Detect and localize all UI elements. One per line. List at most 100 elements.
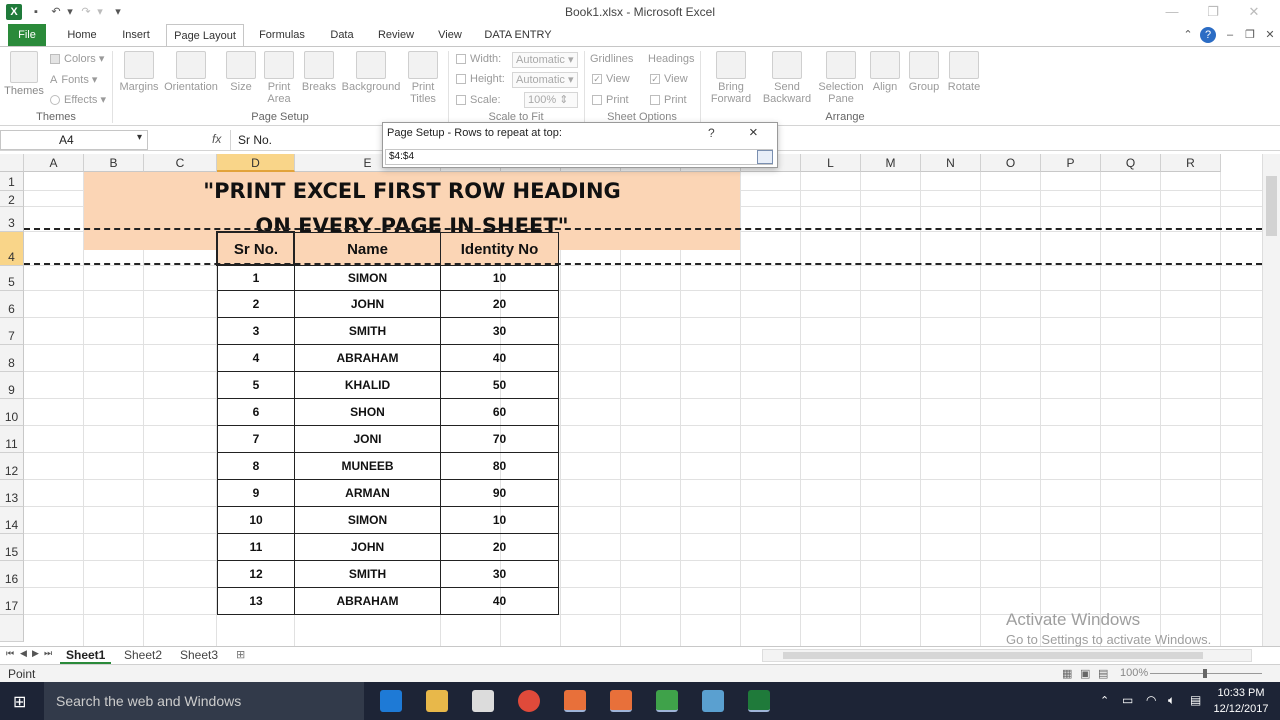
print-area-button[interactable]: Print Area — [262, 51, 296, 105]
table-cell[interactable]: 1 — [217, 266, 295, 291]
dialog-help-icon[interactable]: ? — [708, 126, 715, 140]
table-cell[interactable]: JOHN — [295, 291, 441, 318]
row-header[interactable]: 13 — [0, 480, 24, 507]
page-layout-view-icon[interactable]: ▣ — [1080, 667, 1090, 680]
scrollbar-thumb[interactable] — [1266, 176, 1277, 236]
column-header[interactable]: N — [921, 154, 981, 172]
background-button[interactable]: Background — [340, 51, 402, 93]
name-box[interactable]: A4 — [0, 130, 148, 150]
doc-minimize-icon[interactable]: – — [1222, 27, 1238, 43]
next-sheet-nav-icon[interactable]: ▶ — [32, 648, 39, 659]
notepad-icon[interactable] — [702, 690, 724, 712]
row-header[interactable]: 12 — [0, 453, 24, 480]
row-header[interactable]: 16 — [0, 561, 24, 588]
column-header[interactable]: L — [801, 154, 861, 172]
tab-review[interactable]: Review — [372, 24, 420, 46]
group-button[interactable]: Group — [904, 51, 944, 93]
screen-recorder-icon[interactable] — [564, 690, 586, 712]
print-titles-button[interactable]: Print Titles — [404, 51, 442, 105]
wifi-icon[interactable]: ◠ — [1146, 693, 1156, 707]
table-cell[interactable]: ABRAHAM — [295, 588, 441, 615]
column-header[interactable]: B — [84, 154, 144, 172]
row-header[interactable]: 5 — [0, 266, 24, 291]
column-header[interactable]: O — [981, 154, 1041, 172]
table-cell[interactable]: 10 — [441, 507, 559, 534]
table-cell[interactable]: SMITH — [295, 318, 441, 345]
table-cell[interactable]: 70 — [441, 426, 559, 453]
table-cell[interactable]: 40 — [441, 588, 559, 615]
show-hidden-icons-icon[interactable]: ⌃ — [1100, 694, 1109, 707]
row-header[interactable]: 4 — [0, 232, 24, 266]
close-window-icon[interactable]: ✕ — [1240, 2, 1268, 22]
align-button[interactable]: Align — [868, 51, 902, 93]
video-editor-icon[interactable] — [610, 690, 632, 712]
row-header[interactable]: 6 — [0, 291, 24, 318]
table-cell[interactable]: KHALID — [295, 372, 441, 399]
chrome-icon[interactable] — [518, 690, 540, 712]
rows-to-repeat-input[interactable]: $4:$4 — [385, 149, 773, 165]
tab-insert[interactable]: Insert — [114, 24, 158, 46]
width-dropdown[interactable]: Automatic ▾ — [512, 52, 578, 68]
table-cell[interactable]: 9 — [217, 480, 295, 507]
tab-data-entry[interactable]: DATA ENTRY — [480, 24, 556, 46]
zoom-level[interactable]: 100% — [1120, 667, 1148, 679]
table-cell[interactable]: SMITH — [295, 561, 441, 588]
tab-file[interactable]: File — [8, 24, 46, 46]
table-cell[interactable]: SIMON — [295, 266, 441, 291]
doc-restore-icon[interactable]: ❐ — [1242, 27, 1258, 43]
sheet-tab-sheet1[interactable]: Sheet1 — [60, 647, 112, 664]
tab-home[interactable]: Home — [60, 24, 104, 46]
row-header[interactable]: 10 — [0, 399, 24, 426]
table-cell[interactable]: 90 — [441, 480, 559, 507]
table-header-cell[interactable]: Name — [295, 232, 441, 266]
table-cell[interactable]: MUNEEB — [295, 453, 441, 480]
gridlines-print-checkbox[interactable]: Print — [592, 94, 629, 106]
send-backward-button[interactable]: Send Backward — [758, 51, 816, 105]
row-header[interactable] — [0, 615, 24, 642]
table-cell[interactable]: 10 — [217, 507, 295, 534]
table-cell[interactable]: 6 — [217, 399, 295, 426]
ribbon-minimize-icon[interactable]: ⌃ — [1180, 27, 1196, 43]
rotate-button[interactable]: Rotate — [944, 51, 984, 93]
volume-icon[interactable]: 🔈︎ — [1168, 693, 1175, 708]
spreadsheet-grid[interactable]: "PRINT EXCEL FIRST ROW HEADING ON EVERY P… — [0, 154, 1262, 646]
table-cell[interactable]: 5 — [217, 372, 295, 399]
size-button[interactable]: Size — [224, 51, 258, 93]
normal-view-icon[interactable]: ▦ — [1062, 667, 1072, 680]
taskbar-clock[interactable]: 10:33 PM 12/12/2017 — [1208, 685, 1274, 717]
dialog-close-icon[interactable]: × — [749, 124, 758, 141]
table-cell[interactable]: 30 — [441, 318, 559, 345]
help-icon[interactable]: ? — [1200, 27, 1216, 43]
edge-icon[interactable] — [380, 690, 402, 712]
taskbar-search[interactable]: Search the web and Windows — [44, 682, 364, 720]
horizontal-scrollbar[interactable] — [762, 649, 1252, 662]
table-cell[interactable]: JONI — [295, 426, 441, 453]
row-header[interactable]: 1 — [0, 172, 24, 191]
table-cell[interactable]: 4 — [217, 345, 295, 372]
minimize-icon[interactable]: — — [1158, 2, 1186, 22]
column-header[interactable]: A — [24, 154, 84, 172]
effects-button[interactable]: Effects ▾ — [50, 93, 106, 106]
page-break-view-icon[interactable]: ▤ — [1098, 667, 1108, 680]
fonts-button[interactable]: A Fonts ▾ — [50, 73, 97, 86]
table-cell[interactable]: ARMAN — [295, 480, 441, 507]
table-cell[interactable]: 8 — [217, 453, 295, 480]
vertical-scrollbar[interactable] — [1262, 154, 1280, 646]
tab-page-layout[interactable]: Page Layout — [166, 24, 244, 46]
row-header[interactable]: 14 — [0, 507, 24, 534]
tab-data[interactable]: Data — [322, 24, 362, 46]
colors-button[interactable]: Colors ▾ — [50, 52, 104, 65]
table-cell[interactable]: 60 — [441, 399, 559, 426]
table-cell[interactable]: 10 — [441, 266, 559, 291]
select-all-corner[interactable] — [0, 154, 24, 172]
battery-icon[interactable]: ▭ — [1122, 693, 1133, 707]
table-cell[interactable]: 80 — [441, 453, 559, 480]
expand-dialog-icon[interactable] — [757, 150, 773, 164]
table-cell[interactable]: JOHN — [295, 534, 441, 561]
excel-taskbar-icon[interactable] — [748, 690, 770, 712]
first-sheet-nav-icon[interactable]: ⏮ — [6, 648, 14, 659]
name-box-dropdown-icon[interactable]: ▾ — [137, 132, 142, 143]
table-cell[interactable]: SIMON — [295, 507, 441, 534]
prev-sheet-nav-icon[interactable]: ◀ — [20, 648, 27, 659]
headings-view-checkbox[interactable]: ✓ View — [650, 73, 688, 85]
